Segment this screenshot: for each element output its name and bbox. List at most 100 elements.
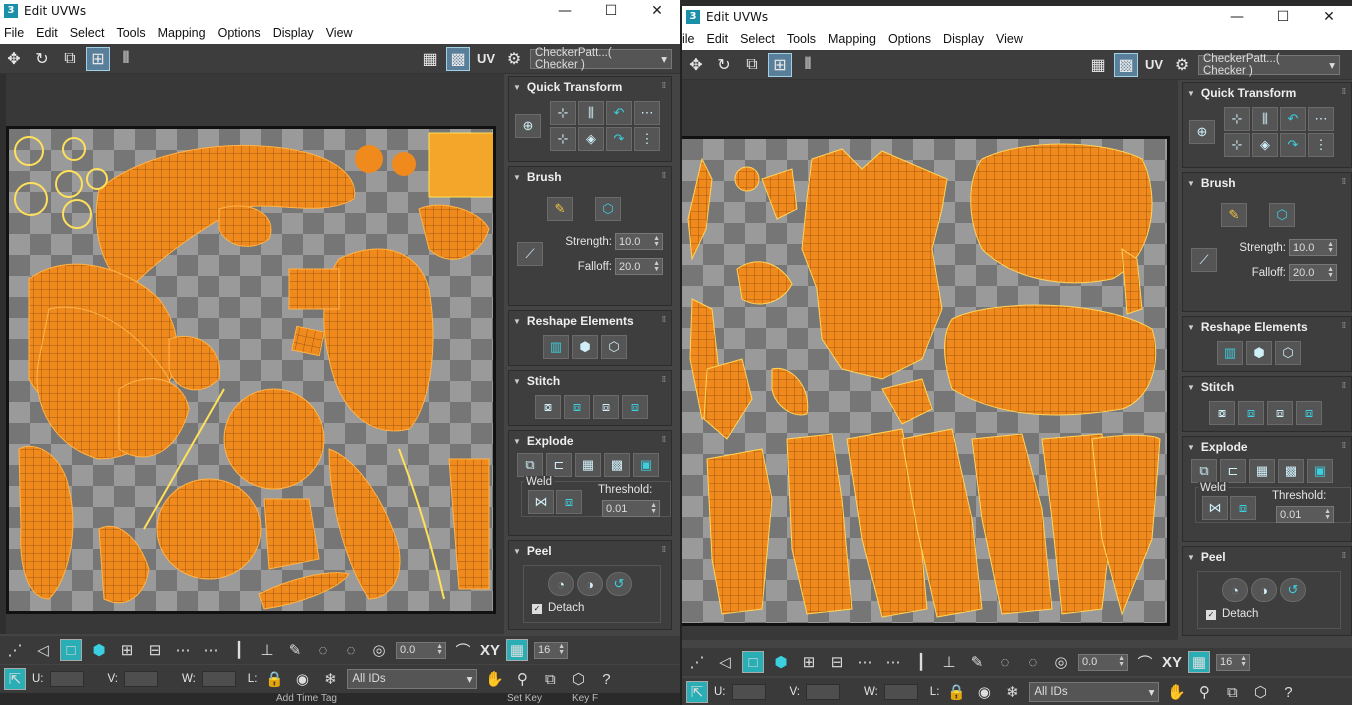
strength-spinner[interactable]: 10.0 ▲ ▼ <box>1289 239 1337 256</box>
checker-combo[interactable]: CheckerPatt...( Checker ) ▾ <box>1198 53 1340 77</box>
relax-settings-icon[interactable]: ⬡ <box>1275 341 1301 365</box>
spinner-arrows-icon[interactable]: ▲ ▼ <box>650 502 659 515</box>
menu-edit[interactable]: Edit <box>707 32 729 46</box>
explode-grid-icon[interactable]: ▦ <box>1249 459 1275 483</box>
mirror-icon[interactable]: ⫴ <box>796 53 820 77</box>
reset-peel-icon[interactable]: ↺ <box>1280 578 1306 602</box>
select-face-icon[interactable]: □ <box>742 651 764 673</box>
relax-brush-icon[interactable]: ⬡ <box>595 197 621 221</box>
ids-combo[interactable]: All IDs ▾ <box>1029 682 1160 702</box>
help-icon[interactable]: ? <box>1277 681 1299 703</box>
scale-icon[interactable]: ⧉ <box>58 47 82 71</box>
paint-move-icon[interactable]: ✎ <box>1221 203 1247 227</box>
lock-icon[interactable]: 🔒 <box>945 681 967 703</box>
pan-icon[interactable]: ✋ <box>483 668 505 690</box>
strength-spinner[interactable]: 10.0 ▲ ▼ <box>615 233 663 250</box>
menu-options[interactable]: Options <box>218 26 261 40</box>
zoom-region-icon[interactable]: ⧉ <box>539 668 561 690</box>
paint-move-icon[interactable]: ✎ <box>547 197 573 221</box>
move-icon[interactable]: ✥ <box>684 53 708 77</box>
rotate-ccw-icon[interactable]: ↶ <box>606 101 632 125</box>
uv-label[interactable]: UV <box>474 47 498 71</box>
point-to-point-icon[interactable]: ⊥ <box>938 651 960 673</box>
select-element-icon[interactable]: ⬢ <box>88 639 110 661</box>
add-time-tag[interactable]: Add Time Tag <box>276 693 337 705</box>
angle-spinner[interactable]: 0.0 ▲ ▼ <box>396 641 446 659</box>
xy-label[interactable]: XY <box>480 642 500 659</box>
spinner-arrows-icon[interactable]: ▲ ▼ <box>1327 241 1336 254</box>
shrink-selection-icon[interactable]: ⊟ <box>144 639 166 661</box>
explode-by-icon[interactable]: ⊏ <box>1220 459 1246 483</box>
explode-grid-icon[interactable]: ▦ <box>575 453 601 477</box>
spinner-arrows-icon[interactable]: ▲ ▼ <box>1324 508 1333 521</box>
space-v-icon[interactable]: ⋮ <box>634 127 660 151</box>
select-edge-icon[interactable]: ◁ <box>714 651 736 673</box>
v-field[interactable] <box>123 671 158 687</box>
u-field[interactable] <box>731 684 766 700</box>
relax-brush-icon[interactable]: ⬡ <box>1269 203 1295 227</box>
scale-icon[interactable]: ⧉ <box>740 53 764 77</box>
checker-combo[interactable]: CheckerPatt...( Checker ) ▾ <box>530 47 672 71</box>
rotate-cw-icon[interactable]: ↷ <box>606 127 632 151</box>
explode-checker-icon[interactable]: ▩ <box>604 453 630 477</box>
rotate-ccw-icon[interactable]: ↶ <box>1280 107 1306 131</box>
align-center-icon[interactable]: ⊕ <box>1189 120 1215 144</box>
pin-icon[interactable]: ◌ <box>340 639 362 661</box>
rollout-header[interactable]: ▼ Brush ⁞⁞ <box>509 167 671 187</box>
move-icon[interactable]: ✥ <box>2 47 26 71</box>
help-icon[interactable]: ? <box>595 668 617 690</box>
align-v-icon[interactable]: ⫼ <box>578 101 604 125</box>
spinner-arrows-icon[interactable]: ▲ ▼ <box>653 260 662 273</box>
space-h-icon[interactable]: ⋯ <box>634 101 660 125</box>
rotate-icon[interactable]: ↻ <box>30 47 54 71</box>
menu-tools[interactable]: Tools <box>787 32 816 46</box>
stitch-source-icon[interactable]: ⧈ <box>1238 401 1264 425</box>
space-h-icon[interactable]: ⋯ <box>1308 107 1334 131</box>
loop-icon[interactable]: ⋯ <box>200 639 222 661</box>
align-h-icon[interactable]: ⊹ <box>550 101 576 125</box>
shrink-selection-icon[interactable]: ⊟ <box>826 651 848 673</box>
ring-icon[interactable]: ⋯ <box>172 639 194 661</box>
rollout-header[interactable]: ▼ Explode ⁞⁞ <box>1183 437 1351 457</box>
align-center-icon[interactable]: ⊕ <box>515 114 541 138</box>
close-icon[interactable]: ✕ <box>634 3 680 19</box>
rollout-header[interactable]: ▼ Quick Transform ⁞⁞ <box>509 77 671 97</box>
menu-view[interactable]: View <box>326 26 353 40</box>
quick-peel-icon[interactable]: ◔ <box>1222 578 1248 602</box>
spinner-arrows-icon[interactable]: ▲ ▼ <box>653 235 662 248</box>
grid-snap-icon[interactable]: ▦ <box>1188 651 1211 673</box>
zoom-region-icon[interactable]: ⧉ <box>1221 681 1243 703</box>
key-filters[interactable]: Key F <box>572 693 598 705</box>
detach-option[interactable]: ✓ Detach <box>1198 602 1340 620</box>
maximize-icon[interactable]: ☐ <box>1260 9 1306 25</box>
checker-display-icon[interactable]: ▩ <box>1114 52 1138 77</box>
weld-all-icon[interactable]: ⧈ <box>1230 496 1256 520</box>
rollout-header[interactable]: ▼ Explode ⁞⁞ <box>509 431 671 451</box>
zoom-extents-icon[interactable]: ⬡ <box>567 668 589 690</box>
brush-line-icon[interactable]: ⟋ <box>1191 248 1217 272</box>
rollout-header[interactable]: ▼ Peel ⁞⁞ <box>1183 547 1351 567</box>
align-v-icon[interactable]: ⫼ <box>1252 107 1278 131</box>
menu-display[interactable]: Display <box>273 26 314 40</box>
break-icon[interactable]: ⧉ <box>517 453 543 477</box>
stitch-source-icon[interactable]: ⧈ <box>564 395 590 419</box>
set-key[interactable]: Set Key <box>507 693 542 705</box>
space-diamond-icon[interactable]: ◈ <box>1252 133 1278 157</box>
rollout-header[interactable]: ▼ Stitch ⁞⁞ <box>1183 377 1351 397</box>
xy-label[interactable]: XY <box>1162 654 1182 671</box>
circle-snap-icon[interactable]: ◎ <box>368 639 390 661</box>
grid-spinner[interactable]: 16 ▲ ▼ <box>1216 653 1251 671</box>
ring-icon[interactable]: ⋯ <box>854 651 876 673</box>
stitch-average-icon[interactable]: ⧈ <box>622 395 648 419</box>
spinner-arrows-icon[interactable]: ▲ ▼ <box>1118 655 1127 668</box>
rollout-header[interactable]: ▼ Reshape Elements ⁞⁞ <box>1183 317 1351 337</box>
peel-mode-icon[interactable]: ◑ <box>1251 578 1277 602</box>
spinner-arrows-icon[interactable]: ▲ ▼ <box>436 643 445 656</box>
falloff-spinner[interactable]: 20.0 ▲ ▼ <box>615 258 663 275</box>
pan-icon[interactable]: ✋ <box>1165 681 1187 703</box>
uv-grid[interactable] <box>6 126 496 614</box>
soft-select-icon[interactable]: ◌ <box>994 651 1016 673</box>
align-h-icon[interactable]: ⊹ <box>1224 107 1250 131</box>
stitch-custom-icon[interactable]: ⧇ <box>1209 401 1235 425</box>
checkbox-checked-icon[interactable]: ✓ <box>532 604 542 614</box>
